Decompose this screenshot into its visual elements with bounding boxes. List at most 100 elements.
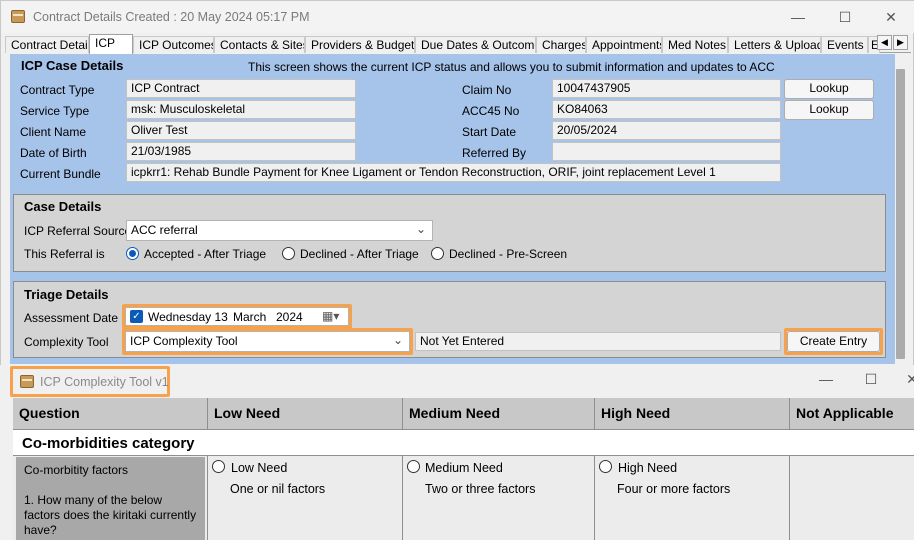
medium-need-detail: Two or three factors bbox=[425, 482, 536, 496]
case-details-group: Case Details ICP Referral Source ACC ref… bbox=[13, 194, 886, 272]
chevron-down-icon: ⌄ bbox=[415, 222, 426, 236]
column-header-question: Question bbox=[13, 398, 208, 429]
tool-minimize-icon[interactable]: — bbox=[818, 371, 834, 387]
tool-window-title: ICP Complexity Tool v1 bbox=[40, 375, 169, 389]
high-need-detail: Four or more factors bbox=[617, 482, 731, 496]
dob-label: Date of Birth bbox=[20, 146, 87, 160]
tab-contacts-sites[interactable]: Contacts & Sites bbox=[214, 36, 305, 53]
assessment-date-picker[interactable]: ✓ Wednesday 13 March 2024 ▦▾ bbox=[125, 307, 349, 326]
tab-due-dates-outcomes[interactable]: Due Dates & Outcomes bbox=[415, 36, 536, 53]
acc45-field: KO84063 bbox=[552, 100, 781, 119]
complexity-grid: Question Low Need Medium Need High Need … bbox=[13, 398, 914, 540]
client-name-field: Oliver Test bbox=[126, 121, 356, 140]
referred-by-label: Referred By bbox=[462, 146, 527, 160]
column-header-medium-need: Medium Need bbox=[403, 398, 595, 429]
tab-icp[interactable]: ICP bbox=[89, 34, 133, 54]
tab-contract-details[interactable]: Contract Details bbox=[5, 36, 89, 53]
referral-source-value: ACC referral bbox=[131, 223, 198, 237]
complexity-status-field: Not Yet Entered bbox=[415, 332, 781, 351]
dob-field: 21/03/1985 bbox=[126, 142, 356, 161]
referral-source-label: ICP Referral Source bbox=[24, 224, 132, 238]
triage-details-heading: Triage Details bbox=[24, 287, 109, 302]
claim-lookup-button[interactable]: Lookup bbox=[784, 79, 874, 99]
complexity-tool-highlight: ICP Complexity Tool ⌄ bbox=[122, 328, 413, 355]
close-icon[interactable]: ✕ bbox=[883, 9, 899, 25]
medium-need-radio[interactable] bbox=[407, 460, 420, 473]
low-need-radio[interactable] bbox=[212, 460, 225, 473]
icp-info-text: This screen shows the current ICP status… bbox=[248, 60, 775, 74]
contract-type-label: Contract Type bbox=[20, 83, 95, 97]
icp-case-details-heading: ICP Case Details bbox=[21, 58, 124, 73]
contract-type-field: ICP Contract bbox=[126, 79, 356, 98]
tool-title-highlight: ICP Complexity Tool v1 bbox=[10, 366, 170, 397]
tab-scroll-arrows: ◀ ▶ bbox=[877, 35, 909, 50]
category-row: Co-morbidities category bbox=[13, 429, 914, 456]
high-need-label[interactable]: High Need bbox=[618, 461, 677, 475]
app-icon bbox=[20, 375, 34, 388]
low-need-detail: One or nil factors bbox=[230, 482, 326, 496]
assessment-year[interactable]: 2024 bbox=[276, 310, 303, 324]
tab-strip: Contract Details ICP ICP Outcomes Contac… bbox=[5, 34, 911, 54]
declined-pre-screen-radio[interactable] bbox=[431, 247, 444, 260]
chevron-down-icon: ⌄ bbox=[392, 333, 403, 347]
tab-letters-uploads[interactable]: Letters & Uploads bbox=[728, 36, 821, 53]
complexity-tool-select[interactable]: ICP Complexity Tool ⌄ bbox=[125, 331, 410, 352]
acc45-lookup-button[interactable]: Lookup bbox=[784, 100, 874, 120]
low-need-label[interactable]: Low Need bbox=[231, 461, 287, 475]
tool-close-icon[interactable]: ✕ bbox=[904, 371, 914, 387]
high-need-radio[interactable] bbox=[599, 460, 612, 473]
tab-scroll-left-icon[interactable]: ◀ bbox=[877, 35, 892, 50]
complexity-tool-value: ICP Complexity Tool bbox=[130, 334, 238, 348]
declined-after-triage-label[interactable]: Declined - After Triage bbox=[300, 247, 419, 261]
assessment-month[interactable]: March bbox=[233, 310, 266, 324]
checkbox-checked-icon[interactable]: ✓ bbox=[130, 310, 143, 323]
medium-need-label[interactable]: Medium Need bbox=[425, 461, 503, 475]
tool-maximize-icon[interactable]: ☐ bbox=[863, 371, 879, 387]
create-entry-button[interactable]: Create Entry bbox=[787, 331, 880, 352]
declined-after-triage-radio[interactable] bbox=[282, 247, 295, 260]
icp-panel: ICP Case Details This screen shows the c… bbox=[10, 54, 895, 364]
accepted-after-triage-radio[interactable] bbox=[126, 247, 139, 260]
column-header-low-need: Low Need bbox=[208, 398, 403, 429]
contract-details-window: Contract Details Created : 20 May 2024 0… bbox=[0, 0, 914, 368]
tab-scroll-right-icon[interactable]: ▶ bbox=[893, 35, 908, 50]
assessment-date-highlight: ✓ Wednesday 13 March 2024 ▦▾ bbox=[122, 304, 352, 329]
answer-cell-not-applicable[interactable] bbox=[790, 456, 914, 540]
answer-cell-low[interactable]: Low Need One or nil factors bbox=[208, 456, 403, 540]
tab-providers-budgets[interactable]: Providers & Budgets bbox=[305, 36, 415, 53]
referral-is-label: This Referral is bbox=[24, 247, 105, 261]
question-cell: Co-morbitity factors 1. How many of the … bbox=[13, 456, 208, 540]
title-bar: Contract Details Created : 20 May 2024 0… bbox=[1, 1, 914, 33]
current-bundle-field: icpkrr1: Rehab Bundle Payment for Knee L… bbox=[126, 163, 781, 182]
start-date-field: 20/05/2024 bbox=[552, 121, 781, 140]
create-entry-highlight: Create Entry bbox=[784, 328, 883, 355]
column-header-not-applicable: Not Applicable bbox=[790, 398, 914, 429]
tab-events[interactable]: Events bbox=[821, 36, 868, 53]
service-type-label: Service Type bbox=[20, 104, 90, 118]
scrollbar-thumb[interactable] bbox=[896, 69, 905, 359]
accepted-after-triage-label[interactable]: Accepted - After Triage bbox=[144, 247, 266, 261]
tab-charges[interactable]: Charges bbox=[536, 36, 586, 53]
claim-no-label: Claim No bbox=[462, 83, 512, 97]
app-icon bbox=[11, 10, 25, 23]
assessment-day[interactable]: Wednesday 13 bbox=[148, 310, 228, 324]
calendar-icon[interactable]: ▦▾ bbox=[322, 309, 339, 323]
client-name-label: Client Name bbox=[20, 125, 87, 139]
vertical-scrollbar[interactable] bbox=[894, 64, 908, 364]
tab-icp-outcomes[interactable]: ICP Outcomes bbox=[133, 36, 214, 53]
acc45-label: ACC45 No bbox=[462, 104, 520, 118]
question-text: Co-morbitity factors 1. How many of the … bbox=[16, 457, 205, 540]
column-header-high-need: High Need bbox=[595, 398, 790, 429]
triage-details-group: Triage Details Assessment Date ✓ Wednesd… bbox=[13, 281, 886, 358]
minimize-icon[interactable]: — bbox=[790, 9, 806, 25]
complexity-tool-label: Complexity Tool bbox=[24, 335, 109, 349]
tab-med-notes[interactable]: Med Notes bbox=[662, 36, 728, 53]
maximize-icon[interactable]: ☐ bbox=[837, 9, 853, 25]
answer-cell-medium[interactable]: Medium Need Two or three factors bbox=[403, 456, 595, 540]
referral-source-select[interactable]: ACC referral ⌄ bbox=[126, 220, 433, 241]
declined-pre-screen-label[interactable]: Declined - Pre-Screen bbox=[449, 247, 567, 261]
tab-appointments[interactable]: Appointments bbox=[586, 36, 662, 53]
referred-by-field bbox=[552, 142, 781, 161]
start-date-label: Start Date bbox=[462, 125, 517, 139]
answer-cell-high[interactable]: High Need Four or more factors bbox=[595, 456, 790, 540]
